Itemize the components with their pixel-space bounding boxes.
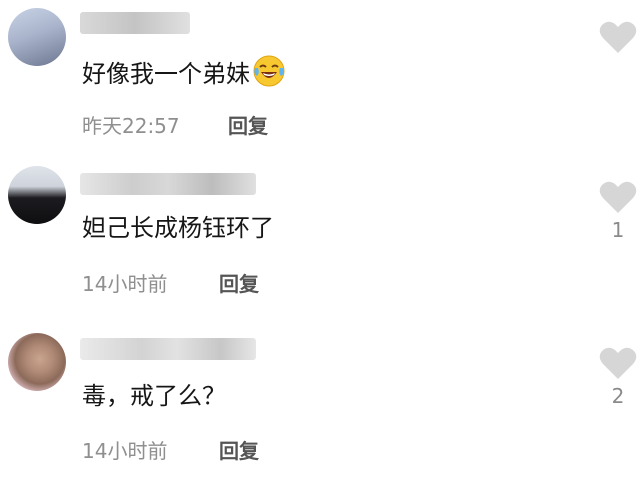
- comment-text: 毒，戒了么？: [82, 382, 226, 410]
- reply-button[interactable]: 回复: [219, 268, 259, 297]
- comment-time: 14小时前: [82, 439, 168, 463]
- avatar[interactable]: [8, 8, 66, 66]
- reply-button[interactable]: 回复: [219, 435, 259, 464]
- comment-time: 昨天22:57: [82, 114, 180, 138]
- avatar[interactable]: [8, 166, 66, 224]
- like-count: 1: [611, 218, 625, 242]
- face-with-tears-of-joy-emoji: [252, 54, 286, 96]
- comment-text-value: 好像我一个弟妹: [82, 60, 250, 88]
- heart-icon: [599, 181, 637, 213]
- avatar[interactable]: [8, 333, 66, 391]
- like-button[interactable]: 1: [596, 180, 640, 242]
- like-count: 2: [611, 384, 625, 408]
- comment-item: 好像我一个弟妹 昨天22:57 回复: [0, 0, 640, 138]
- like-button[interactable]: [596, 20, 640, 54]
- username-blurred[interactable]: [80, 12, 190, 34]
- username-blurred[interactable]: [80, 173, 256, 195]
- heart-icon: [599, 347, 637, 379]
- comment-text: 妲己长成杨钰环了: [82, 214, 274, 242]
- username-blurred[interactable]: [80, 338, 256, 360]
- like-button[interactable]: 2: [596, 346, 640, 408]
- comment-text: 好像我一个弟妹: [82, 54, 286, 96]
- comment-time: 14小时前: [82, 272, 168, 296]
- heart-icon: [599, 21, 637, 53]
- reply-button[interactable]: 回复: [228, 110, 268, 138]
